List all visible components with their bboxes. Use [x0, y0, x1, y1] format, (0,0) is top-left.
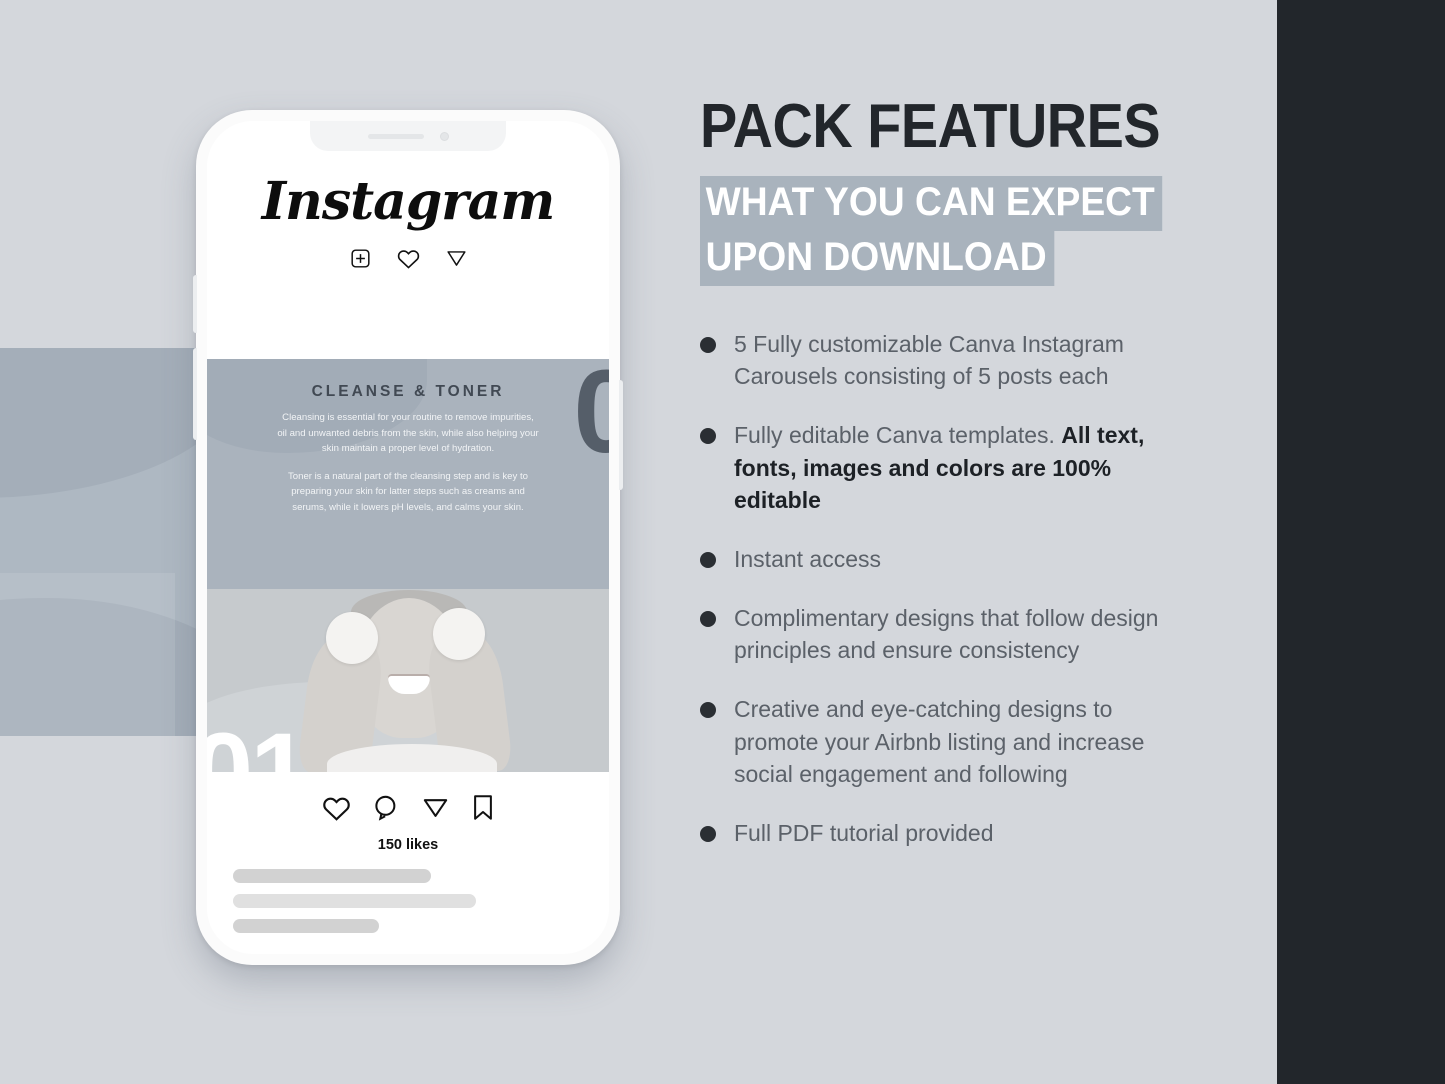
- list-item: Creative and eye-catching designs to pro…: [700, 693, 1180, 791]
- slide-square-accent: [0, 573, 175, 736]
- subtitle-line-1: WHAT YOU CAN EXPECT: [700, 176, 1163, 231]
- phone-screen: Instagram 0 CLEANSE & TONER Cleansing is…: [207, 121, 609, 954]
- heart-icon[interactable]: [397, 248, 420, 269]
- list-item-text: Fully editable Canva templates. All text…: [734, 421, 1145, 514]
- post-action-icons: [207, 794, 609, 826]
- feature-list: 5 Fully customizable Canva Instagram Car…: [700, 328, 1180, 850]
- slide-blob-top: [0, 348, 200, 498]
- instagram-header: Instagram: [207, 121, 609, 359]
- front-camera-icon: [439, 131, 449, 141]
- subtitle-line-2: UPON DOWNLOAD: [700, 230, 1054, 286]
- placeholder-line-1: [233, 869, 431, 883]
- list-item-text: Complimentary designs that follow design…: [734, 604, 1159, 664]
- list-item: Instant access: [700, 543, 1180, 576]
- list-item-text: Creative and eye-catching designs to pro…: [734, 695, 1145, 788]
- share-icon[interactable]: [446, 248, 467, 269]
- instagram-header-icons: [207, 248, 609, 269]
- caption-placeholder: [207, 869, 609, 933]
- likes-count: 150 likes: [377, 837, 439, 853]
- phone-mockup: Instagram 0 CLEANSE & TONER Cleansing is…: [193, 110, 623, 965]
- list-item: 5 Fully customizable Canva Instagram Car…: [700, 328, 1180, 393]
- heart-icon[interactable]: [322, 795, 351, 826]
- earpiece-speaker: [367, 133, 424, 139]
- bookmark-icon[interactable]: [471, 794, 495, 826]
- subtitle-block: WHAT YOU CAN EXPECT UPON DOWNLOAD: [700, 176, 1180, 286]
- post-body: Cleansing is essential for your routine …: [207, 410, 609, 515]
- content-column: PACK FEATURES WHAT YOU CAN EXPECT UPON D…: [700, 96, 1180, 875]
- list-item: Full PDF tutorial provided: [700, 817, 1180, 850]
- bullet-dot-icon: [700, 825, 716, 842]
- post-number-overlay: 01.: [207, 710, 337, 773]
- bullet-dot-icon: [700, 610, 716, 627]
- list-item: Complimentary designs that follow design…: [700, 602, 1180, 667]
- bullet-dot-icon: [700, 701, 716, 718]
- instagram-logo: Instagram: [261, 171, 556, 232]
- post-photo: 01.: [207, 589, 609, 772]
- post-paragraph-1: Cleansing is essential for your routine …: [277, 412, 539, 455]
- post-text-panel: 0 CLEANSE & TONER Cleansing is essential…: [207, 359, 609, 589]
- phone-power-button[interactable]: [619, 380, 623, 490]
- list-item-text: 5 Fully customizable Canva Instagram Car…: [734, 330, 1124, 390]
- cotton-pad-left: [326, 612, 378, 664]
- phone-notch: [310, 121, 506, 151]
- placeholder-line-3: [233, 919, 379, 933]
- list-item-text: Instant access: [734, 545, 882, 572]
- share-icon[interactable]: [422, 794, 449, 826]
- instagram-action-bar: 150 likes: [207, 772, 609, 933]
- add-post-icon[interactable]: [350, 248, 371, 269]
- placeholder-line-2: [233, 894, 476, 908]
- bullet-dot-icon: [700, 427, 716, 444]
- post-paragraph-2: Toner is a natural part of the cleansing…: [288, 470, 528, 513]
- bullet-dot-icon: [700, 551, 716, 568]
- comment-icon[interactable]: [373, 794, 400, 826]
- dark-side-panel: [1277, 0, 1445, 1084]
- list-item-text: Full PDF tutorial provided: [734, 819, 994, 846]
- bullet-dot-icon: [700, 336, 716, 353]
- background-carousel-slide: Tips NSING: [0, 348, 200, 736]
- post-title: CLEANSE & TONER: [311, 383, 505, 400]
- cotton-pad-right: [433, 608, 485, 660]
- page-title: PACK FEATURES: [700, 92, 1161, 161]
- list-item: Fully editable Canva templates. All text…: [700, 419, 1180, 517]
